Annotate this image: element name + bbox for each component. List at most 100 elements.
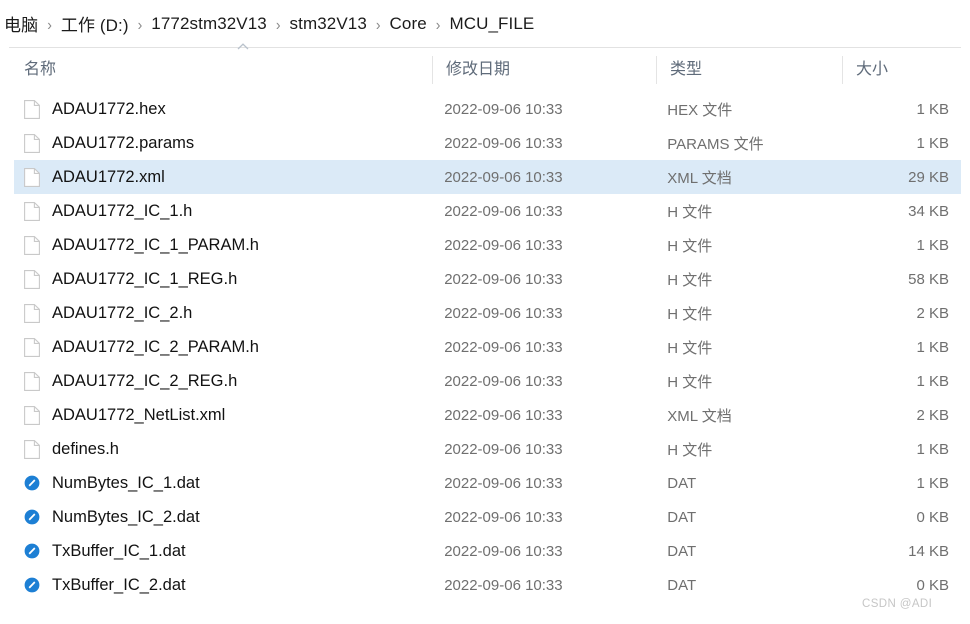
file-type-cell: XML 文档 <box>667 169 732 187</box>
file-date-cell: 2022-09-06 10:33 <box>444 406 563 424</box>
file-date-cell: 2022-09-06 10:33 <box>444 270 563 288</box>
file-type-cell: DAT <box>667 508 697 526</box>
dat-file-icon <box>24 577 52 593</box>
breadcrumb-item[interactable]: 工作 (D:) <box>59 10 131 37</box>
file-name-cell: ADAU1772_IC_2_REG.h <box>14 372 430 391</box>
file-row[interactable]: ADAU1772_IC_2_REG.h 2022-09-06 10:33 H 文件 1… <box>14 364 961 398</box>
file-name-label: ADAU1772_IC_2_REG.h <box>52 371 238 390</box>
dat-file-icon <box>24 475 52 491</box>
file-name-cell: TxBuffer_IC_2.dat <box>14 576 430 595</box>
file-size-cell: 58 KB <box>908 270 949 288</box>
file-type-cell: PARAMS 文件 <box>667 135 764 153</box>
file-name-cell: ADAU1772.xml <box>14 168 430 187</box>
file-name-cell: ADAU1772.hex <box>14 100 430 119</box>
generic-file-icon <box>24 133 52 153</box>
file-name-cell: NumBytes_IC_1.dat <box>14 474 430 493</box>
file-name-label: ADAU1772_NetList.xml <box>52 405 226 424</box>
file-list[interactable]: ADAU1772.hex 2022-09-06 10:33 HEX 文件 1 KB AD… <box>0 92 970 602</box>
file-name-label: ADAU1772.xml <box>52 167 165 186</box>
breadcrumb-item[interactable]: stm32V13 <box>288 13 369 35</box>
file-type-cell: H 文件 <box>667 339 713 357</box>
file-row[interactable]: TxBuffer_IC_2.dat 2022-09-06 10:33 DAT 0 KB <box>14 568 961 602</box>
file-row[interactable]: NumBytes_IC_1.dat 2022-09-06 10:33 DAT 1 KB <box>14 466 961 500</box>
file-row[interactable]: ADAU1772_IC_2.h 2022-09-06 10:33 H 文件 2 KB <box>14 296 961 330</box>
file-name-label: ADAU1772_IC_1.h <box>52 201 193 220</box>
column-header-date-label: 修改日期 <box>446 61 511 78</box>
file-date-cell: 2022-09-06 10:33 <box>444 474 563 492</box>
file-row[interactable]: ADAU1772_NetList.xml 2022-09-06 10:33 XML … <box>14 398 961 432</box>
breadcrumb-item[interactable]: Core <box>388 13 429 35</box>
file-name-cell: ADAU1772.params <box>14 134 430 153</box>
file-size-cell: 1 KB <box>916 440 949 458</box>
file-date-cell: 2022-09-06 10:33 <box>444 304 563 322</box>
generic-file-icon <box>24 201 52 221</box>
file-name-label: ADAU1772.hex <box>52 99 166 118</box>
file-size-cell: 29 KB <box>908 168 949 186</box>
column-header-name[interactable]: 名称 <box>14 43 432 92</box>
file-name-cell: ADAU1772_IC_1_REG.h <box>14 270 430 289</box>
file-size-cell: 1 KB <box>916 134 949 152</box>
file-row[interactable]: defines.h 2022-09-06 10:33 H 文件 1 KB <box>14 432 961 466</box>
file-name-label: NumBytes_IC_2.dat <box>52 507 200 526</box>
file-row[interactable]: ADAU1772_IC_1_REG.h 2022-09-06 10:33 H 文件 5… <box>14 262 961 296</box>
file-name-label: NumBytes_IC_1.dat <box>52 473 200 492</box>
file-name-label: ADAU1772_IC_1_REG.h <box>52 269 238 288</box>
column-header-type[interactable]: 类型 <box>656 48 842 92</box>
file-type-cell: H 文件 <box>667 271 713 289</box>
file-size-cell: 1 KB <box>916 338 949 356</box>
generic-file-icon <box>24 99 52 119</box>
file-row[interactable]: ADAU1772_IC_1.h 2022-09-06 10:33 H 文件 34 KB <box>14 194 961 228</box>
column-header-row: 名称 修改日期 类型 大小 <box>0 43 970 92</box>
file-type-cell: XML 文档 <box>667 407 732 425</box>
generic-file-icon <box>24 337 52 357</box>
column-header-name-label: 名称 <box>24 61 57 78</box>
breadcrumb-item[interactable]: 电脑 <box>2 10 40 37</box>
file-name-label: TxBuffer_IC_2.dat <box>52 575 186 594</box>
generic-file-icon <box>24 303 52 323</box>
file-row[interactable]: ADAU1772.hex 2022-09-06 10:33 HEX 文件 1 KB <box>14 92 961 126</box>
file-size-cell: 14 KB <box>908 542 949 560</box>
column-header-size[interactable]: 大小 <box>842 48 962 92</box>
file-row[interactable]: ADAU1772_IC_2_PARAM.h 2022-09-06 10:33 H 文… <box>14 330 961 364</box>
column-header-size-label: 大小 <box>856 61 889 78</box>
file-name-cell: NumBytes_IC_2.dat <box>14 508 430 527</box>
file-type-cell: H 文件 <box>667 305 713 323</box>
breadcrumb-item[interactable]: MCU_FILE <box>447 13 536 35</box>
file-date-cell: 2022-09-06 10:33 <box>444 100 563 118</box>
breadcrumb-separator: › <box>47 14 52 33</box>
file-row[interactable]: ADAU1772_IC_1_PARAM.h 2022-09-06 10:33 H 文… <box>14 228 961 262</box>
breadcrumb-separator: › <box>435 14 441 33</box>
file-row[interactable]: NumBytes_IC_2.dat 2022-09-06 10:33 DAT 0 KB <box>14 500 961 534</box>
generic-file-icon <box>24 439 52 459</box>
file-row[interactable]: ADAU1772.params 2022-09-06 10:33 PARAMS 文件… <box>14 126 961 160</box>
column-header-date[interactable]: 修改日期 <box>432 48 656 92</box>
column-header-type-label: 类型 <box>670 61 703 78</box>
file-name-label: TxBuffer_IC_1.dat <box>52 541 186 560</box>
file-date-cell: 2022-09-06 10:33 <box>444 236 563 254</box>
file-row[interactable]: TxBuffer_IC_1.dat 2022-09-06 10:33 DAT 14 K… <box>14 534 961 568</box>
file-date-cell: 2022-09-06 10:33 <box>444 338 563 356</box>
file-name-cell: TxBuffer_IC_1.dat <box>14 542 430 561</box>
breadcrumb-item[interactable]: 1772stm32V13 <box>149 13 269 35</box>
file-date-cell: 2022-09-06 10:33 <box>444 508 563 526</box>
breadcrumb-separator: › <box>375 14 381 33</box>
file-date-cell: 2022-09-06 10:33 <box>444 576 563 594</box>
breadcrumb[interactable]: 电脑 › 工作 (D:) › 1772stm32V13 › stm32V13 › Core › MC… <box>0 0 970 47</box>
file-type-cell: DAT <box>667 474 697 492</box>
generic-file-icon <box>24 269 52 289</box>
file-type-cell: DAT <box>667 576 697 594</box>
file-date-cell: 2022-09-06 10:33 <box>444 168 563 186</box>
file-date-cell: 2022-09-06 10:33 <box>444 134 563 152</box>
ascending-caret-icon <box>236 42 250 56</box>
file-size-cell: 1 KB <box>916 474 949 492</box>
file-name-cell: ADAU1772_IC_1_PARAM.h <box>14 236 430 255</box>
file-name-cell: ADAU1772_IC_2.h <box>14 304 430 323</box>
file-size-cell: 1 KB <box>916 236 949 254</box>
file-row[interactable]: ADAU1772.xml 2022-09-06 10:33 XML 文档 29 KB <box>14 160 961 194</box>
file-type-cell: H 文件 <box>667 237 713 255</box>
file-date-cell: 2022-09-06 10:33 <box>444 440 563 458</box>
file-size-cell: 0 KB <box>916 576 949 594</box>
breadcrumb-separator: › <box>275 14 281 33</box>
file-name-label: ADAU1772_IC_2.h <box>52 303 193 322</box>
file-type-cell: DAT <box>667 542 697 560</box>
